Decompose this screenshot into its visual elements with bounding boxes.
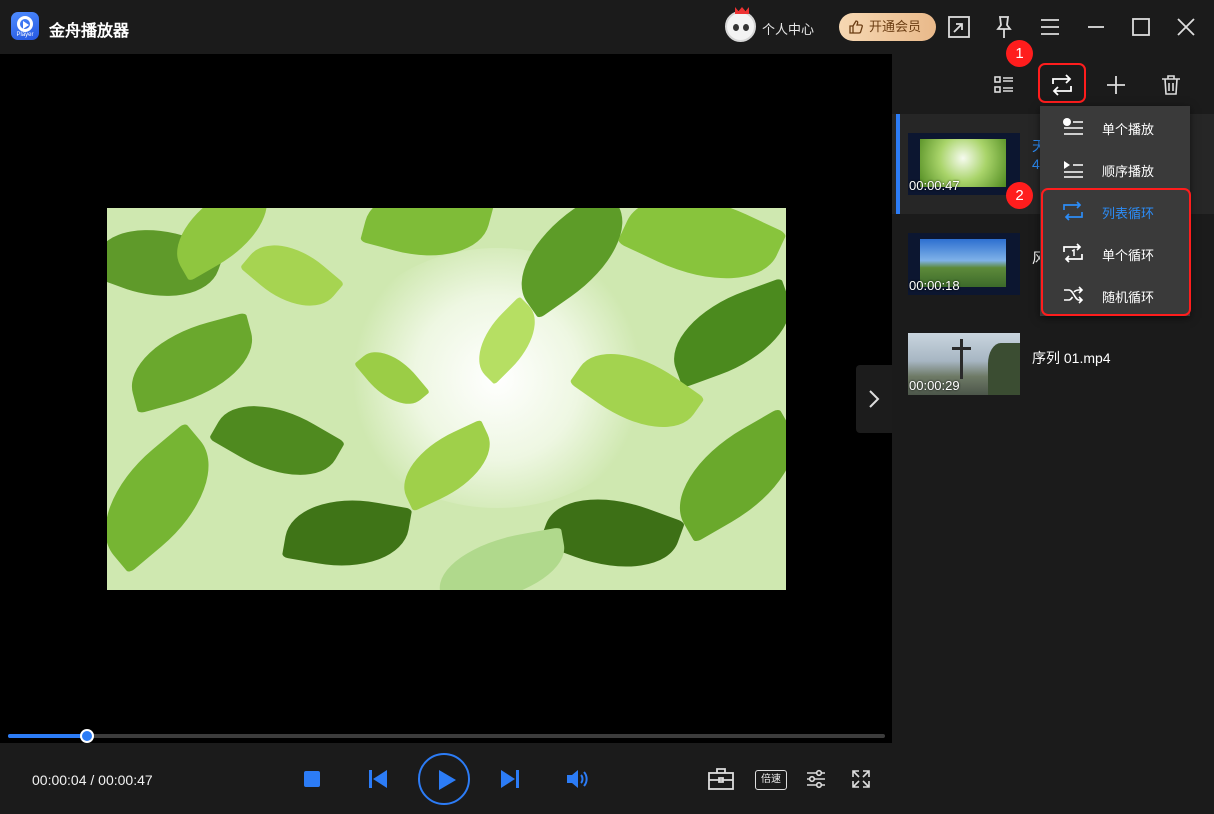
video-area[interactable]: [0, 54, 892, 743]
progress-fill: [8, 734, 87, 738]
stop-icon[interactable]: [303, 770, 321, 788]
loop-mode-highlight: [1038, 63, 1086, 103]
single-play-icon: [1063, 118, 1083, 135]
minimize-icon[interactable]: [1083, 14, 1109, 40]
progress-bar[interactable]: [8, 729, 885, 743]
play-button[interactable]: [418, 753, 470, 805]
close-icon[interactable]: [1173, 14, 1199, 40]
thumbs-up-icon: [849, 20, 863, 34]
step-badge-2: 2: [1006, 182, 1033, 209]
item-subtitle: 4: [1032, 156, 1040, 172]
video-thumbnail: 00:00:29: [908, 333, 1020, 395]
volume-icon[interactable]: [565, 768, 589, 790]
sequential-play-icon: [1064, 161, 1083, 178]
video-thumbnail: 00:00:47: [908, 133, 1020, 195]
step-badge-1: 1: [1006, 40, 1033, 67]
add-icon[interactable]: [1101, 70, 1131, 100]
maximize-icon[interactable]: [1128, 14, 1154, 40]
previous-icon[interactable]: [367, 768, 389, 790]
toggle-playlist-button[interactable]: [856, 365, 892, 433]
loop-options-highlight: [1041, 188, 1191, 316]
menu-item-sequential-play[interactable]: 顺序播放: [1040, 148, 1190, 190]
menu-item-single-play[interactable]: 单个播放: [1040, 106, 1190, 148]
control-bar: 00:00:04 / 00:00:47 倍速: [0, 743, 892, 814]
active-indicator: [896, 114, 900, 214]
next-icon[interactable]: [499, 768, 521, 790]
avatar[interactable]: [725, 7, 756, 42]
list-item[interactable]: 00:00:29 序列 01.mp4: [892, 314, 1214, 414]
toolbox-icon[interactable]: [707, 767, 735, 791]
settings-sliders-icon[interactable]: [805, 768, 827, 790]
fullscreen-icon[interactable]: [850, 768, 872, 790]
vip-label: 开通会员: [869, 19, 922, 34]
user-center-link[interactable]: 个人中心: [762, 19, 814, 38]
app-title: 金舟播放器: [49, 23, 130, 40]
video-frame[interactable]: [107, 208, 786, 590]
item-title: 序列 01.mp4: [1032, 350, 1111, 366]
pin-icon[interactable]: [991, 14, 1017, 40]
chevron-right-icon: [869, 390, 880, 408]
delete-icon[interactable]: [1156, 70, 1186, 100]
app-logo-icon: Player: [11, 12, 39, 40]
play-icon: [439, 770, 456, 790]
speed-button[interactable]: 倍速: [755, 770, 787, 790]
video-thumbnail: 00:00:18: [908, 233, 1020, 295]
menu-icon[interactable]: [1037, 14, 1063, 40]
vip-button[interactable]: 开通会员: [839, 13, 936, 41]
progress-handle[interactable]: [79, 729, 94, 743]
time-display: 00:00:04 / 00:00:47: [32, 772, 153, 788]
list-view-icon[interactable]: [989, 70, 1019, 100]
mini-mode-icon[interactable]: [946, 14, 972, 40]
title-bar: Player 金舟播放器 个人中心 开通会员: [0, 0, 1214, 54]
